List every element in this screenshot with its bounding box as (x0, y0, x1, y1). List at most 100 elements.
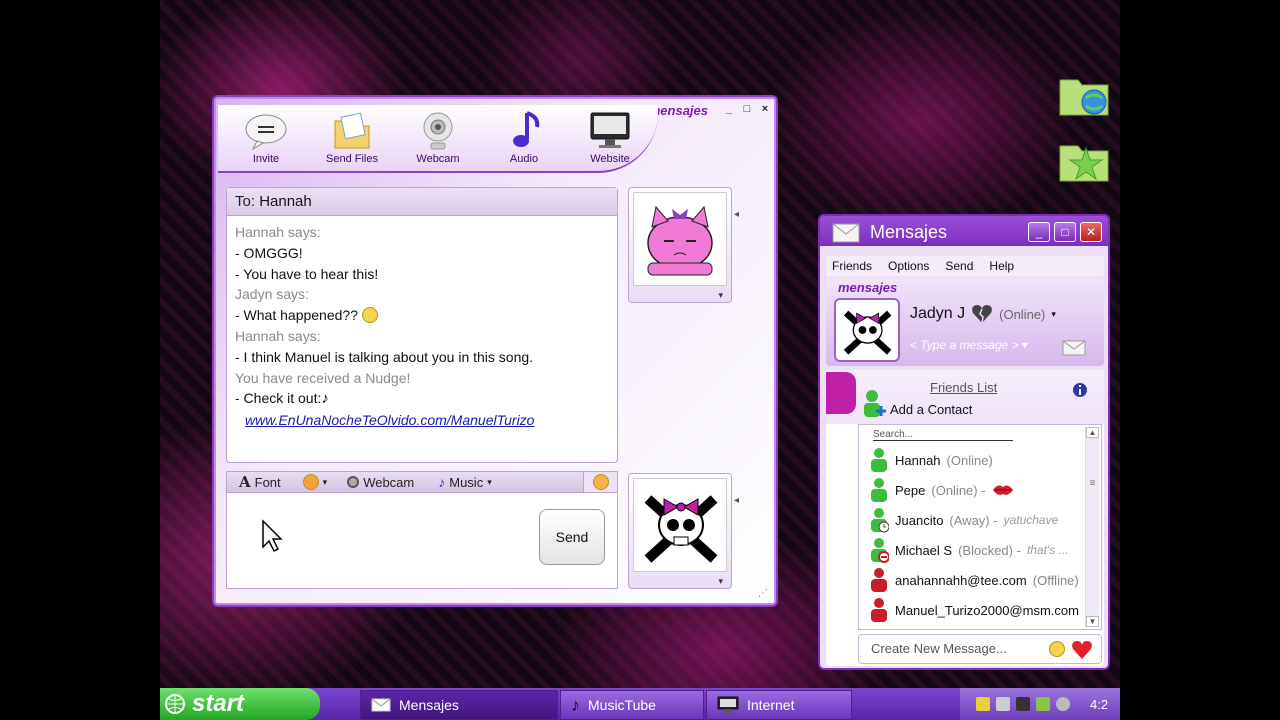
menu-send[interactable]: Send (945, 256, 973, 276)
compose-input[interactable]: Send (226, 493, 618, 589)
folder-icon (334, 112, 370, 149)
music-note-icon: ♪ (438, 474, 446, 490)
font-button[interactable]: A Font (239, 473, 281, 491)
start-button[interactable]: start (160, 688, 320, 720)
emoticon-button[interactable]: ▾ (302, 474, 327, 490)
friend-row-hannah[interactable]: Hannah (Online) (869, 445, 1081, 475)
my-avatar-frame: ▾ (628, 473, 732, 589)
menu-help[interactable]: Help (989, 256, 1014, 276)
scroll-up-icon[interactable]: ▲ (1086, 427, 1099, 438)
friends-list-title[interactable]: Friends List (930, 380, 997, 395)
font-label: Font (254, 474, 281, 490)
speech-bubble-icon (245, 114, 287, 151)
radiation-icon[interactable] (976, 697, 990, 711)
personal-message-input[interactable]: < Type a message > ▾ (910, 338, 1028, 352)
avatar-dropdown-arrow[interactable]: ▾ (629, 576, 731, 587)
send-files-button[interactable]: Send Files (314, 109, 390, 171)
send-button[interactable]: Send (539, 509, 605, 565)
user-name-row[interactable]: Jadyn J (Online) ▾ (910, 304, 1056, 324)
create-message-placeholder: Create New Message... (871, 641, 1007, 656)
chevron-down-icon: ▾ (1051, 308, 1056, 319)
monitor-icon (717, 696, 739, 713)
chat-close-button[interactable]: × (758, 103, 772, 117)
confused-face-emoticon-icon[interactable] (1049, 641, 1065, 657)
collapse-arrow-icon[interactable]: ◂ (734, 209, 739, 220)
main-brand-logo: mensajes (838, 280, 898, 295)
add-contact-icon (864, 390, 886, 417)
friend-name: Pepe (895, 482, 926, 498)
menu-options[interactable]: Options (888, 256, 929, 276)
audio-button[interactable]: Audio (486, 109, 562, 171)
create-message-input[interactable]: Create New Message... (858, 634, 1102, 664)
friend-row-michael[interactable]: Michael S (Blocked) - that's ... (869, 535, 1081, 565)
network-icon[interactable] (1036, 697, 1050, 711)
gear-icon[interactable] (1056, 697, 1070, 711)
song-link[interactable]: www.EnUnaNocheTeOlvido.com/ManuelTurizo (235, 410, 609, 431)
main-minimize-button[interactable]: _ (1028, 222, 1050, 242)
music-note-icon: ♪ (571, 694, 580, 715)
invite-button[interactable]: Invite (228, 109, 304, 171)
system-tray: 4:2 (960, 688, 1120, 720)
online-user-icon (871, 448, 887, 472)
message-sender: Jadyn says: (235, 286, 309, 303)
avatar-dropdown-arrow[interactable]: ▾ (629, 290, 731, 301)
info-icon[interactable] (1072, 382, 1088, 398)
task-musictube[interactable]: ♪ MusicTube (560, 690, 704, 720)
scroll-thumb[interactable]: ≡ (1086, 478, 1099, 489)
heart-icon[interactable] (1071, 640, 1093, 660)
add-contact-link[interactable]: Add a Contact (890, 402, 972, 417)
to-label: To: (235, 193, 256, 210)
friend-row-manuel[interactable]: Manuel_Turizo2000@msm.com (869, 595, 1081, 625)
scroll-down-icon[interactable]: ▼ (1086, 616, 1099, 627)
main-close-button[interactable]: ✕ (1080, 222, 1102, 242)
confused-face-emoticon-icon (361, 307, 378, 324)
message-row: - Check it out:♪ (235, 388, 609, 410)
friend-name: Manuel_Turizo2000@msm.com (895, 602, 1079, 618)
broken-heart-icon (972, 305, 993, 324)
contact-avatar[interactable] (633, 192, 727, 286)
music-note-icon: ♪ (321, 390, 329, 408)
chat-minimize-button[interactable]: _ (722, 103, 736, 117)
away-user-icon (871, 508, 889, 533)
pink-cat-avatar-icon (647, 205, 713, 276)
my-avatar[interactable] (633, 478, 727, 572)
task-mensajes[interactable]: Mensajes (360, 690, 558, 720)
search-input[interactable]: Search... (873, 429, 1013, 441)
resize-grip-icon[interactable]: ⋰ (758, 588, 768, 599)
main-menubar: Friends Options Send Help (826, 256, 1104, 276)
compose-webcam-button[interactable]: Webcam (347, 475, 414, 490)
webcam-label: Webcam (416, 153, 460, 165)
taskbar: start Mensajes ♪ MusicTube Internet 4:2 (160, 688, 1120, 720)
main-maximize-button[interactable]: □ (1054, 222, 1076, 242)
personal-message-placeholder: < Type a message > (910, 338, 1019, 352)
chevron-down-icon: ▾ (487, 476, 492, 487)
message-line: - You have to hear this! (235, 265, 379, 282)
message-line: - Check it out: (235, 390, 322, 407)
to-header: To: Hannah (227, 188, 617, 216)
user-avatar[interactable] (834, 298, 900, 362)
chat-window[interactable]: mensajes _ □ × Invite Send Files Webcam … (212, 95, 778, 607)
desktop-folder-globe-icon[interactable] (1056, 66, 1112, 122)
menu-friends[interactable]: Friends (832, 256, 872, 276)
friends-scrollbar[interactable]: ▲ ≡ ▼ (1085, 427, 1099, 627)
clock[interactable]: 4:2 (1090, 697, 1108, 712)
desktop-folder-star-icon[interactable] (1056, 132, 1112, 188)
monitor-icon[interactable] (1016, 697, 1030, 711)
music-button[interactable]: ♪ Music ▾ (438, 474, 491, 490)
smiley-button[interactable] (583, 472, 617, 492)
task-internet[interactable]: Internet (706, 690, 852, 720)
compose-toolbar: A Font ▾ Webcam ♪ Music ▾ (226, 471, 618, 493)
printer-icon[interactable] (996, 697, 1010, 711)
envelope-icon[interactable] (1062, 340, 1086, 356)
chat-maximize-button[interactable]: □ (740, 103, 754, 117)
friend-row-anahannahh[interactable]: anahannahh@tee.com (Offline) (869, 565, 1081, 595)
collapse-arrow-icon[interactable]: ◂ (734, 495, 739, 506)
webcam-button[interactable]: Webcam (400, 109, 476, 171)
status-tab[interactable] (826, 372, 856, 414)
messenger-main-window[interactable]: Mensajes _ □ ✕ Friends Options Send Help… (818, 214, 1110, 670)
message-sender: Hannah says: (235, 327, 321, 344)
offline-user-icon (871, 568, 887, 592)
friend-row-pepe[interactable]: Pepe (Online) - (869, 475, 1081, 505)
website-button[interactable]: Website (572, 109, 648, 171)
friend-row-juancito[interactable]: Juancito (Away) - yatuchave (869, 505, 1081, 535)
